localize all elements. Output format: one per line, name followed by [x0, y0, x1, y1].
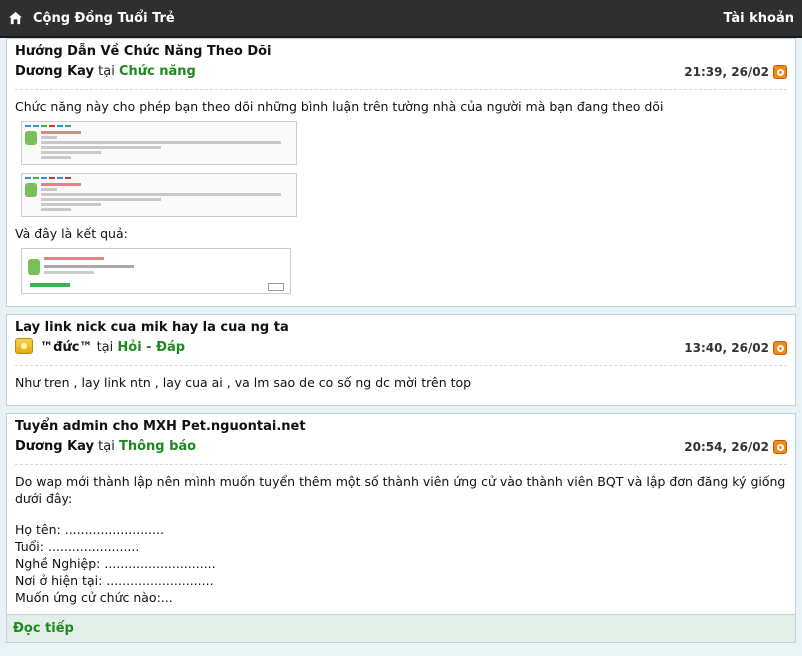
read-more-link[interactable]: Đọc tiếp	[7, 614, 795, 642]
post-title[interactable]: Tuyển admin cho MXH Pet.nguontai.net	[15, 418, 787, 436]
post-time: 21:39, 26/02	[684, 65, 769, 79]
post-category[interactable]: Thông báo	[119, 439, 196, 454]
post-author[interactable]: Dương Kay	[15, 64, 94, 79]
post-author[interactable]: ™đức™	[40, 340, 92, 355]
at-label: tại	[96, 340, 114, 355]
post-text: Và đây là kết quả:	[15, 226, 128, 241]
result-image	[21, 248, 291, 294]
at-label: tại	[98, 64, 115, 79]
at-label: tại	[98, 439, 115, 454]
post-card: Tuyển admin cho MXH Pet.nguontai.net Dươ…	[6, 413, 796, 643]
account-link[interactable]: Tài khoản	[724, 11, 794, 26]
site-title[interactable]: Cộng Đồng Tuổi Trẻ	[33, 11, 175, 26]
top-bar: Cộng Đồng Tuổi Trẻ Tài khoản	[0, 0, 802, 38]
screenshot-image	[21, 173, 297, 217]
rss-icon[interactable]	[773, 65, 787, 79]
post-category[interactable]: Chức năng	[119, 64, 196, 79]
post-time: 20:54, 26/02	[684, 440, 769, 454]
site-brand[interactable]: Cộng Đồng Tuổi Trẻ	[8, 11, 175, 26]
form-line: Tuổi: .......................	[15, 539, 140, 554]
post-category[interactable]: Hỏi - Đáp	[117, 340, 185, 355]
form-line: Họ tên: .........................	[15, 522, 165, 537]
form-line: Muốn ứng cử chức nào:...	[15, 590, 173, 605]
post-author[interactable]: Dương Kay	[15, 439, 94, 454]
post-title[interactable]: Hướng Dẫn Về Chức Năng Theo Dõi	[15, 43, 787, 61]
form-line: Nghề Nghiệp: ...........................…	[15, 556, 216, 571]
screenshot-image	[21, 121, 297, 165]
post-text: Do wap mới thành lập nên mình muốn tuyển…	[15, 474, 786, 506]
post-card: Hướng Dẫn Về Chức Năng Theo Dõi Dương Ka…	[6, 38, 796, 307]
post-title[interactable]: Lay link nick cua mik hay la cua ng ta	[15, 319, 787, 337]
rss-icon[interactable]	[773, 440, 787, 454]
user-rank-icon	[15, 338, 33, 354]
post-text: Chức năng này cho phép bạn theo dõi nhữn…	[15, 99, 664, 114]
rss-icon[interactable]	[773, 341, 787, 355]
home-icon[interactable]	[8, 11, 23, 25]
form-line: Nơi ở hiện tại: ........................…	[15, 573, 214, 588]
post-card: Lay link nick cua mik hay la cua ng ta ™…	[6, 314, 796, 406]
post-time: 13:40, 26/02	[684, 341, 769, 355]
application-form: Họ tên: ......................... Tuổi: …	[15, 521, 787, 606]
post-text: Như tren , lay link ntn , lay cua ai , v…	[15, 375, 472, 390]
